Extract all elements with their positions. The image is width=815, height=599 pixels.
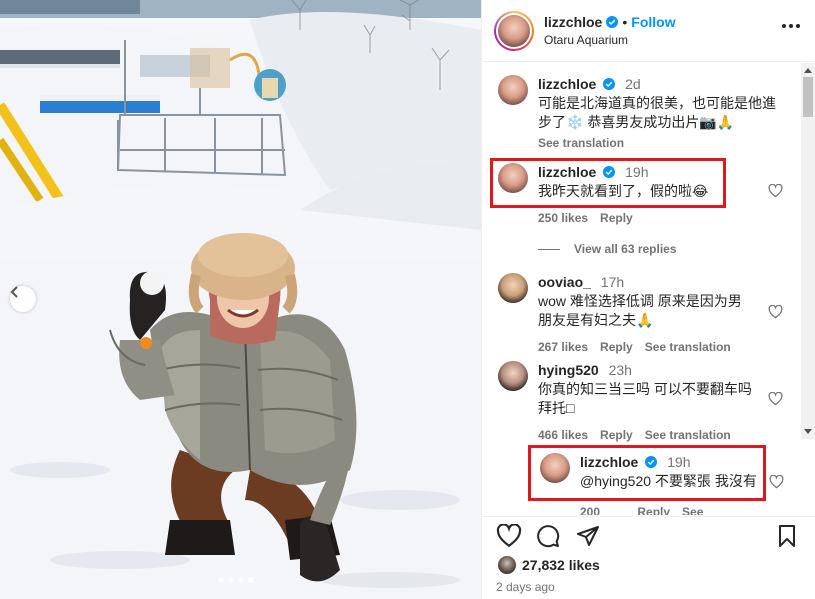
carousel-indicator xyxy=(218,577,254,583)
avatar[interactable] xyxy=(498,361,528,391)
verified-icon xyxy=(645,456,658,468)
verified-icon xyxy=(606,16,619,28)
comment-time: 19h xyxy=(667,454,691,470)
comment-username[interactable]: ooviao_ xyxy=(538,274,591,290)
heart-icon[interactable] xyxy=(769,475,784,489)
carousel-dot xyxy=(228,577,234,583)
see-translation-link[interactable]: See translation xyxy=(645,338,731,357)
avatar[interactable] xyxy=(498,273,528,303)
comment-likes[interactable]: 466 likes xyxy=(538,426,588,445)
heart-icon[interactable] xyxy=(768,392,783,406)
comment-icon[interactable] xyxy=(536,524,560,548)
carousel-dot-active xyxy=(248,577,254,583)
post-date[interactable]: 2 days ago xyxy=(496,580,555,594)
carousel-dot xyxy=(238,577,244,583)
story-ring[interactable] xyxy=(494,10,534,51)
comment-text: 我昨天就看到了，假的啦😂 xyxy=(538,183,709,199)
view-replies-button[interactable]: View all 63 replies xyxy=(538,242,677,256)
heart-icon[interactable] xyxy=(768,305,783,319)
post-actions: 27,832 likes 2 days ago xyxy=(482,516,815,599)
reply-button[interactable]: Reply xyxy=(600,426,633,445)
post-location[interactable]: Otaru Aquarium xyxy=(544,33,676,47)
comment-time: 2d xyxy=(625,76,641,92)
comment-item: lizzchloe 19h 我昨天就看到了，假的啦😂 250 likes Rep… xyxy=(498,163,788,228)
comment-username[interactable]: lizzchloe xyxy=(538,76,596,92)
post-username[interactable]: lizzchloe xyxy=(544,14,602,30)
comments-scrollbar[interactable] xyxy=(801,63,815,439)
comment-username[interactable]: lizzchloe xyxy=(538,164,596,180)
snow-scene-image xyxy=(0,0,481,599)
carousel-dot xyxy=(218,577,224,583)
comment-time: 19h xyxy=(625,164,649,180)
comment-item: ooviao_ 17h wow 难怪选择低调 原来是因为男朋友是有妇之夫🙏 26… xyxy=(498,273,788,357)
likes-count[interactable]: 27,832 likes xyxy=(522,557,600,573)
share-icon[interactable] xyxy=(576,524,600,548)
see-translation-link[interactable]: See translation xyxy=(538,134,786,153)
chevron-left-icon xyxy=(10,286,18,298)
avatar xyxy=(498,14,530,47)
reply-button[interactable]: Reply xyxy=(600,338,633,357)
verified-icon xyxy=(603,166,616,178)
comment-item: hying520 23h 你真的知三当三吗 可以不要翻车吗拜托□ 466 lik… xyxy=(498,361,788,445)
comment-text: wow 难怪选择低调 原来是因为男朋友是有妇之夫🙏 xyxy=(538,293,742,328)
post-photo xyxy=(0,0,481,599)
avatar xyxy=(498,556,516,574)
likes-summary[interactable]: 27,832 likes xyxy=(498,556,600,574)
comment-time: 23h xyxy=(608,362,632,378)
caption: lizzchloe 2d 可能是北海道真的很美，也可能是他進步了❄️ 恭喜男友成… xyxy=(498,75,798,153)
comment-likes[interactable]: 250 likes xyxy=(538,209,588,228)
comment-username[interactable]: lizzchloe xyxy=(580,454,638,470)
heart-icon[interactable] xyxy=(496,524,522,548)
comments-list[interactable]: lizzchloe 2d 可能是北海道真的很美，也可能是他進步了❄️ 恭喜男友成… xyxy=(482,63,815,515)
avatar[interactable] xyxy=(540,453,570,483)
comment-text: 你真的知三当三吗 可以不要翻车吗拜托□ xyxy=(538,381,752,416)
post-side-panel: lizzchloe • Follow Otaru Aquarium lizzch… xyxy=(481,0,815,599)
comment-likes[interactable]: 200 likes xyxy=(580,503,625,515)
avatar[interactable] xyxy=(498,75,528,105)
heart-icon[interactable] xyxy=(768,184,783,198)
post-header: lizzchloe • Follow Otaru Aquarium xyxy=(482,0,815,62)
see-translation-link[interactable]: See translation xyxy=(682,503,760,515)
more-options-icon[interactable] xyxy=(782,24,800,28)
scrollbar-thumb[interactable] xyxy=(803,77,813,117)
see-translation-link[interactable]: See translation xyxy=(645,426,731,445)
reply-button[interactable]: Reply xyxy=(600,209,633,228)
previous-photo-button[interactable] xyxy=(10,286,36,312)
comment-username[interactable]: hying520 xyxy=(538,362,599,378)
bookmark-icon[interactable] xyxy=(776,524,798,548)
comment-text: @hying520 不要緊張 我沒有 xyxy=(580,473,757,489)
follow-button[interactable]: Follow xyxy=(631,14,675,30)
verified-icon xyxy=(603,78,616,90)
reply-button[interactable]: Reply xyxy=(637,503,670,515)
avatar[interactable] xyxy=(498,163,528,193)
comment-time: 17h xyxy=(600,274,625,290)
comment-likes[interactable]: 267 likes xyxy=(538,338,588,357)
caption-text: 可能是北海道真的很美，也可能是他進步了❄️ 恭喜男友成功出片📷🙏 xyxy=(538,95,776,130)
separator-dot: • xyxy=(622,14,628,30)
reply-item: lizzchloe 19h @hying520 不要緊張 我沒有 200 lik… xyxy=(540,453,760,515)
